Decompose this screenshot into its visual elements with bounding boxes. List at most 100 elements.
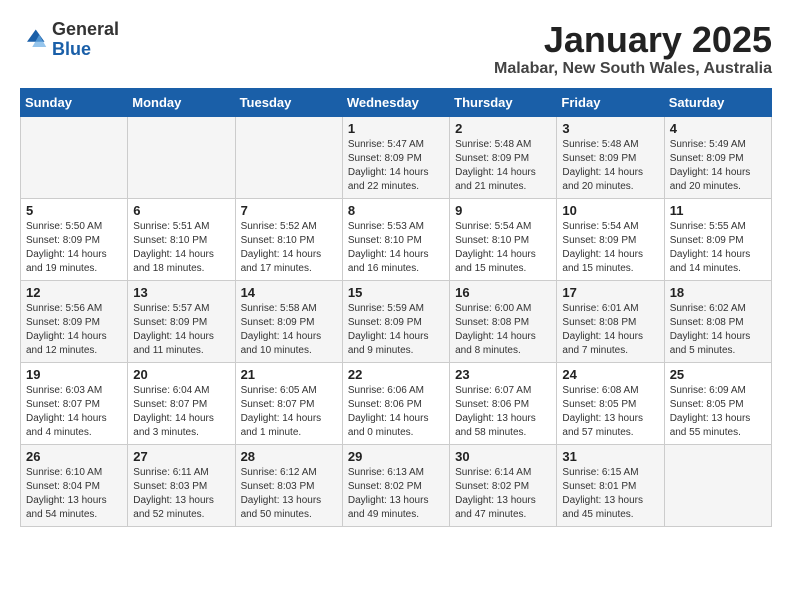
day-info: Sunrise: 5:54 AM Sunset: 8:09 PM Dayligh… bbox=[562, 220, 658, 276]
logo-icon bbox=[20, 26, 48, 54]
header-thursday: Thursday bbox=[450, 88, 557, 116]
day-cell: 24Sunrise: 6:08 AM Sunset: 8:05 PM Dayli… bbox=[557, 362, 664, 444]
day-cell: 7 Sunrise: 5:52 AM Sunset: 8:10 PM Daylig… bbox=[235, 198, 342, 280]
day-info: Sunrise: 6:15 AM Sunset: 8:01 PM Dayligh… bbox=[562, 466, 658, 522]
day-number: 21 bbox=[241, 367, 337, 382]
day-number: 27 bbox=[133, 449, 229, 464]
day-cell: 19 Sunrise: 6:03 AM Sunset: 8:07 PM Dayli… bbox=[21, 362, 128, 444]
day-number: 22 bbox=[348, 367, 444, 382]
day-number: 6 bbox=[133, 203, 229, 218]
day-number: 31 bbox=[562, 449, 658, 464]
day-number: 7 bbox=[241, 203, 337, 218]
day-info: Sunrise: 6:03 AM Sunset: 8:07 PM Dayligh… bbox=[26, 384, 122, 440]
week-row-5: 26 Sunrise: 6:10 AM Sunset: 8:04 PM Dayli… bbox=[21, 444, 772, 526]
day-number: 23 bbox=[455, 367, 551, 382]
day-cell: 29Sunrise: 6:13 AM Sunset: 8:02 PM Dayli… bbox=[342, 444, 449, 526]
day-info: Sunrise: 6:09 AM Sunset: 8:05 PM Dayligh… bbox=[670, 384, 766, 440]
day-info: Sunrise: 5:59 AM Sunset: 8:09 PM Dayligh… bbox=[348, 302, 444, 358]
day-cell: 11 Sunrise: 5:55 AM Sunset: 8:09 PM Dayli… bbox=[664, 198, 771, 280]
logo-text: General Blue bbox=[52, 20, 119, 60]
day-cell: 18 Sunrise: 6:02 AM Sunset: 8:08 PM Dayli… bbox=[664, 280, 771, 362]
calendar-table: SundayMondayTuesdayWednesdayThursdayFrid… bbox=[20, 88, 772, 527]
day-number: 2 bbox=[455, 121, 551, 136]
day-cell: 4Sunrise: 5:49 AM Sunset: 8:09 PM Daylig… bbox=[664, 116, 771, 198]
day-info: Sunrise: 5:47 AM Sunset: 8:09 PM Dayligh… bbox=[348, 138, 444, 194]
calendar-header: SundayMondayTuesdayWednesdayThursdayFrid… bbox=[21, 88, 772, 116]
day-cell: 3 Sunrise: 5:48 AM Sunset: 8:09 PM Daylig… bbox=[557, 116, 664, 198]
day-info: Sunrise: 5:52 AM Sunset: 8:10 PM Dayligh… bbox=[241, 220, 337, 276]
day-number: 18 bbox=[670, 285, 766, 300]
header-sunday: Sunday bbox=[21, 88, 128, 116]
day-info: Sunrise: 6:13 AM Sunset: 8:02 PM Dayligh… bbox=[348, 466, 444, 522]
day-info: Sunrise: 6:14 AM Sunset: 8:02 PM Dayligh… bbox=[455, 466, 551, 522]
day-cell: 27 Sunrise: 6:11 AM Sunset: 8:03 PM Dayli… bbox=[128, 444, 235, 526]
day-number: 5 bbox=[26, 203, 122, 218]
day-cell: 21 Sunrise: 6:05 AM Sunset: 8:07 PM Dayli… bbox=[235, 362, 342, 444]
calendar-body: 1 Sunrise: 5:47 AM Sunset: 8:09 PM Daylig… bbox=[21, 116, 772, 526]
day-number: 3 bbox=[562, 121, 658, 136]
day-cell: 13 Sunrise: 5:57 AM Sunset: 8:09 PM Dayli… bbox=[128, 280, 235, 362]
day-cell: 25Sunrise: 6:09 AM Sunset: 8:05 PM Dayli… bbox=[664, 362, 771, 444]
day-info: Sunrise: 5:57 AM Sunset: 8:09 PM Dayligh… bbox=[133, 302, 229, 358]
day-info: Sunrise: 6:10 AM Sunset: 8:04 PM Dayligh… bbox=[26, 466, 122, 522]
logo-general: General bbox=[52, 19, 119, 39]
day-cell: 23 Sunrise: 6:07 AM Sunset: 8:06 PM Dayli… bbox=[450, 362, 557, 444]
day-number: 16 bbox=[455, 285, 551, 300]
day-info: Sunrise: 6:07 AM Sunset: 8:06 PM Dayligh… bbox=[455, 384, 551, 440]
day-cell: 15Sunrise: 5:59 AM Sunset: 8:09 PM Dayli… bbox=[342, 280, 449, 362]
day-info: Sunrise: 5:53 AM Sunset: 8:10 PM Dayligh… bbox=[348, 220, 444, 276]
day-number: 1 bbox=[348, 121, 444, 136]
day-number: 9 bbox=[455, 203, 551, 218]
day-number: 8 bbox=[348, 203, 444, 218]
day-number: 11 bbox=[670, 203, 766, 218]
day-info: Sunrise: 6:01 AM Sunset: 8:08 PM Dayligh… bbox=[562, 302, 658, 358]
day-number: 14 bbox=[241, 285, 337, 300]
day-cell: 9 Sunrise: 5:54 AM Sunset: 8:10 PM Daylig… bbox=[450, 198, 557, 280]
calendar-subtitle: Malabar, New South Wales, Australia bbox=[494, 60, 772, 78]
day-cell: 20 Sunrise: 6:04 AM Sunset: 8:07 PM Dayli… bbox=[128, 362, 235, 444]
day-cell bbox=[128, 116, 235, 198]
day-cell: 6 Sunrise: 5:51 AM Sunset: 8:10 PM Daylig… bbox=[128, 198, 235, 280]
header-monday: Monday bbox=[128, 88, 235, 116]
day-number: 13 bbox=[133, 285, 229, 300]
day-cell bbox=[235, 116, 342, 198]
day-info: Sunrise: 6:02 AM Sunset: 8:08 PM Dayligh… bbox=[670, 302, 766, 358]
page-header: General Blue January 2025 Malabar, New S… bbox=[20, 20, 772, 78]
title-block: January 2025 Malabar, New South Wales, A… bbox=[494, 20, 772, 78]
day-number: 17 bbox=[562, 285, 658, 300]
day-cell: 31 Sunrise: 6:15 AM Sunset: 8:01 PM Dayli… bbox=[557, 444, 664, 526]
day-cell: 10Sunrise: 5:54 AM Sunset: 8:09 PM Dayli… bbox=[557, 198, 664, 280]
day-info: Sunrise: 5:50 AM Sunset: 8:09 PM Dayligh… bbox=[26, 220, 122, 276]
day-cell: 2 Sunrise: 5:48 AM Sunset: 8:09 PM Daylig… bbox=[450, 116, 557, 198]
day-cell: 26 Sunrise: 6:10 AM Sunset: 8:04 PM Dayli… bbox=[21, 444, 128, 526]
day-info: Sunrise: 5:55 AM Sunset: 8:09 PM Dayligh… bbox=[670, 220, 766, 276]
week-row-2: 5 Sunrise: 5:50 AM Sunset: 8:09 PM Daylig… bbox=[21, 198, 772, 280]
day-info: Sunrise: 6:05 AM Sunset: 8:07 PM Dayligh… bbox=[241, 384, 337, 440]
day-cell: 5 Sunrise: 5:50 AM Sunset: 8:09 PM Daylig… bbox=[21, 198, 128, 280]
day-number: 19 bbox=[26, 367, 122, 382]
day-info: Sunrise: 6:04 AM Sunset: 8:07 PM Dayligh… bbox=[133, 384, 229, 440]
day-cell: 8 Sunrise: 5:53 AM Sunset: 8:10 PM Daylig… bbox=[342, 198, 449, 280]
day-info: Sunrise: 5:54 AM Sunset: 8:10 PM Dayligh… bbox=[455, 220, 551, 276]
day-number: 28 bbox=[241, 449, 337, 464]
day-cell: 30Sunrise: 6:14 AM Sunset: 8:02 PM Dayli… bbox=[450, 444, 557, 526]
day-cell bbox=[21, 116, 128, 198]
day-number: 12 bbox=[26, 285, 122, 300]
header-friday: Friday bbox=[557, 88, 664, 116]
day-number: 20 bbox=[133, 367, 229, 382]
day-number: 26 bbox=[26, 449, 122, 464]
day-cell bbox=[664, 444, 771, 526]
header-wednesday: Wednesday bbox=[342, 88, 449, 116]
day-info: Sunrise: 5:51 AM Sunset: 8:10 PM Dayligh… bbox=[133, 220, 229, 276]
day-info: Sunrise: 5:48 AM Sunset: 8:09 PM Dayligh… bbox=[562, 138, 658, 194]
day-info: Sunrise: 6:12 AM Sunset: 8:03 PM Dayligh… bbox=[241, 466, 337, 522]
day-info: Sunrise: 6:11 AM Sunset: 8:03 PM Dayligh… bbox=[133, 466, 229, 522]
calendar-title: January 2025 bbox=[494, 20, 772, 60]
day-cell: 1 Sunrise: 5:47 AM Sunset: 8:09 PM Daylig… bbox=[342, 116, 449, 198]
day-info: Sunrise: 5:48 AM Sunset: 8:09 PM Dayligh… bbox=[455, 138, 551, 194]
day-number: 4 bbox=[670, 121, 766, 136]
day-info: Sunrise: 6:08 AM Sunset: 8:05 PM Dayligh… bbox=[562, 384, 658, 440]
day-cell: 12Sunrise: 5:56 AM Sunset: 8:09 PM Dayli… bbox=[21, 280, 128, 362]
day-info: Sunrise: 5:58 AM Sunset: 8:09 PM Dayligh… bbox=[241, 302, 337, 358]
day-cell: 17 Sunrise: 6:01 AM Sunset: 8:08 PM Dayli… bbox=[557, 280, 664, 362]
